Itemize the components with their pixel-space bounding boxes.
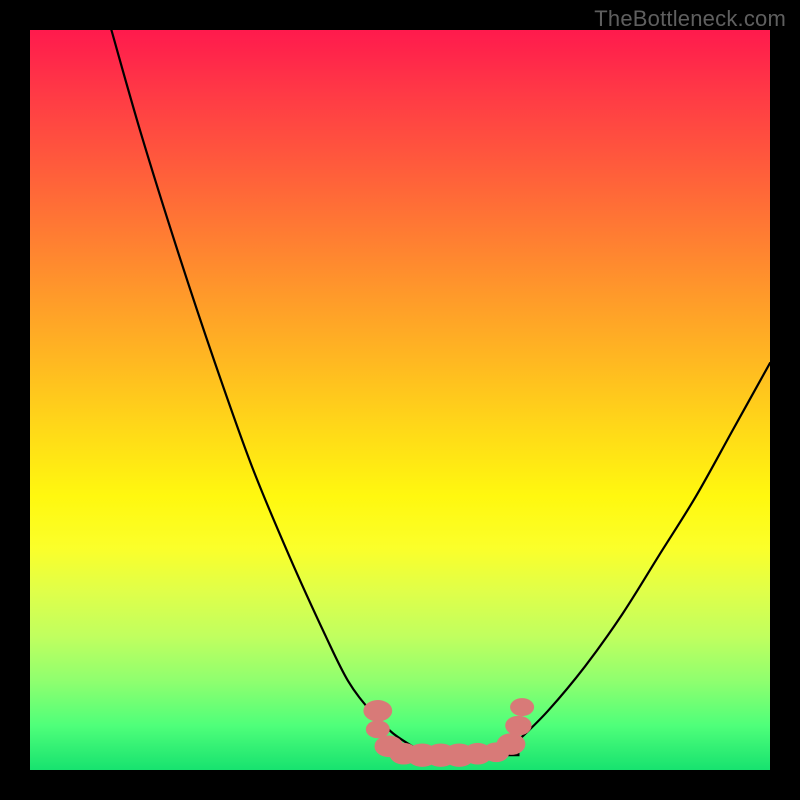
trough-marker — [510, 698, 534, 716]
gradient-plot-area — [30, 30, 770, 770]
trough-marker — [363, 700, 392, 722]
trough-marker — [497, 733, 526, 755]
bottleneck-curve — [30, 30, 770, 770]
trough-marker — [366, 720, 390, 738]
chart-frame: TheBottleneck.com — [0, 0, 800, 800]
trough-marker — [505, 716, 531, 736]
attribution-text: TheBottleneck.com — [594, 6, 786, 32]
bottleneck-path — [111, 30, 770, 755]
